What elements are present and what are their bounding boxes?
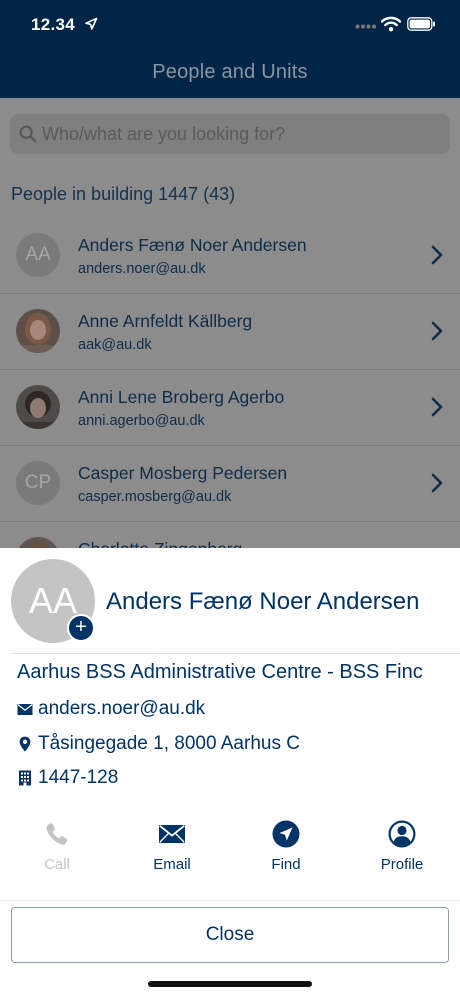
chevron-right-icon [431, 473, 443, 493]
avatar-photo [16, 309, 60, 353]
search-field[interactable]: Who/what are you looking for? [10, 114, 450, 154]
contact-email: anders.noer@au.dk [38, 698, 206, 719]
contact-sheet: AA + Anders Fænø Noer Andersen Aarhus BS… [0, 548, 460, 996]
phone-icon [46, 823, 68, 845]
list-item[interactable]: Anne Arnfeldt Källberg aak@au.dk [0, 294, 460, 370]
avatar-photo [16, 385, 60, 429]
address-row[interactable]: Tåsingegade 1, 8000 Aarhus C [17, 732, 300, 756]
find-label: Find [271, 856, 301, 873]
envelope-icon [159, 825, 185, 843]
email-button[interactable]: Email [127, 820, 217, 880]
map-pin-icon [19, 736, 31, 752]
call-button[interactable]: Call [12, 820, 102, 880]
profile-label: Profile [380, 856, 424, 873]
people-list: AA Anders Fænø Noer Andersen anders.noer… [0, 218, 460, 550]
list-item[interactable]: AA Anders Fænø Noer Andersen anders.noer… [0, 218, 460, 294]
list-item[interactable]: Anni Lene Broberg Agerbo anni.agerbo@au.… [0, 370, 460, 446]
find-button[interactable]: Find [241, 820, 331, 880]
status-bar: 12.34 [0, 0, 460, 52]
search-placeholder: Who/what are you looking for? [42, 124, 286, 144]
page-title: People and Units [152, 61, 308, 83]
section-title: People in building 1447 (43) [11, 184, 236, 204]
person-name: Anni Lene Broberg Agerbo [78, 387, 285, 407]
status-time: 12.34 [31, 15, 76, 34]
person-email: anders.noer@au.dk [78, 261, 206, 277]
navigation-arrow-icon [272, 820, 300, 848]
user-profile-icon [388, 820, 416, 848]
avatar: AA [16, 233, 60, 277]
close-button[interactable]: Close [11, 907, 449, 963]
person-email: casper.mosberg@au.dk [78, 489, 232, 505]
person-email: anni.agerbo@au.dk [78, 413, 205, 429]
battery-icon [407, 17, 435, 31]
building-icon [19, 770, 31, 786]
person-email: aak@au.dk [78, 337, 152, 353]
chevron-right-icon [431, 321, 443, 341]
list-item[interactable]: Charlotte Zingenberg [0, 522, 460, 550]
contact-address: Tåsingegade 1, 8000 Aarhus C [38, 733, 300, 754]
signal-dots-icon [355, 24, 376, 29]
location-arrow-icon [85, 17, 98, 30]
wifi-icon [381, 16, 401, 32]
search-icon [19, 125, 37, 143]
divider [0, 900, 460, 901]
dimmed-background: Who/what are you looking for? People in … [0, 98, 460, 550]
person-name: Anders Fænø Noer Andersen [78, 235, 307, 255]
person-name: Anne Arnfeldt Källberg [78, 311, 253, 331]
list-item[interactable]: CP Casper Mosberg Pedersen casper.mosber… [0, 446, 460, 522]
person-name: Casper Mosberg Pedersen [78, 463, 288, 483]
profile-button[interactable]: Profile [357, 820, 447, 880]
home-indicator[interactable] [148, 981, 312, 987]
divider [11, 653, 460, 654]
contact-room: 1447-128 [38, 767, 119, 788]
chevron-right-icon [431, 397, 443, 417]
action-bar: Call Email Find Profile [0, 820, 460, 880]
room-row: 1447-128 [17, 766, 118, 790]
call-label: Call [44, 856, 70, 873]
chevron-right-icon [431, 245, 443, 265]
nav-bar: People and Units [0, 52, 460, 98]
contact-department: Aarhus BSS Administrative Centre - BSS F… [17, 661, 423, 683]
envelope-icon [17, 704, 33, 715]
add-contact-button[interactable]: + [67, 614, 95, 642]
email-label: Email [153, 856, 191, 873]
contact-name: Anders Fænø Noer Andersen [106, 588, 420, 615]
email-row[interactable]: anders.noer@au.dk [17, 697, 205, 721]
avatar: CP [16, 461, 60, 505]
